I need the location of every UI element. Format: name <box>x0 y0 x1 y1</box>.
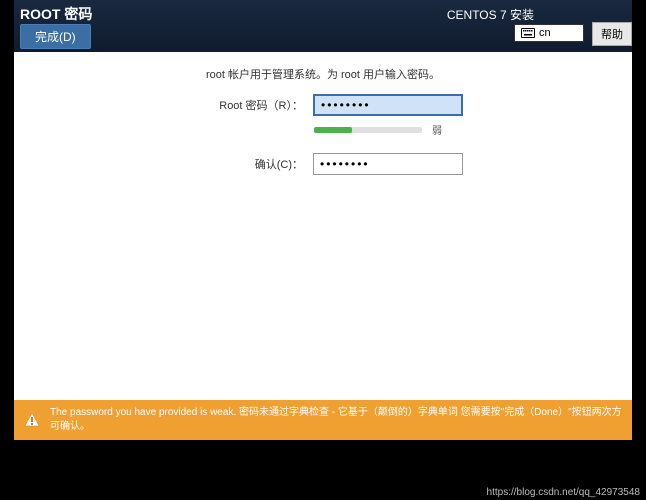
page-title: ROOT 密码 <box>20 4 92 24</box>
header-bar: ROOT 密码 完成(D) CENTOS 7 安装 cn 帮助 <box>14 0 632 52</box>
keyboard-layout-selector[interactable]: cn <box>514 24 584 42</box>
lang-code: cn <box>539 27 551 39</box>
done-button[interactable]: 完成(D) <box>20 24 91 49</box>
root-password-input[interactable] <box>313 94 463 116</box>
keyboard-icon <box>521 28 535 38</box>
password-label: Root 密码（R）： <box>183 97 303 113</box>
warning-text: The password you have provided is weak. … <box>50 406 622 434</box>
confirm-label: 确认(C)： <box>183 156 303 172</box>
watermark-text: https://blog.csdn.net/qq_42973548 <box>487 487 640 498</box>
strength-label: 弱 <box>432 122 462 137</box>
password-strength-bar <box>314 127 422 133</box>
strength-fill <box>314 127 352 133</box>
installer-label: CENTOS 7 安装 <box>447 6 534 23</box>
description-text: root 帐户用于管理系统。为 root 用户输入密码。 <box>14 66 632 82</box>
content-area: root 帐户用于管理系统。为 root 用户输入密码。 Root 密码（R）：… <box>14 52 632 440</box>
warning-bar: The password you have provided is weak. … <box>14 400 632 440</box>
confirm-password-input[interactable] <box>313 153 463 175</box>
help-button[interactable]: 帮助 <box>592 22 632 46</box>
warning-icon <box>24 412 40 428</box>
